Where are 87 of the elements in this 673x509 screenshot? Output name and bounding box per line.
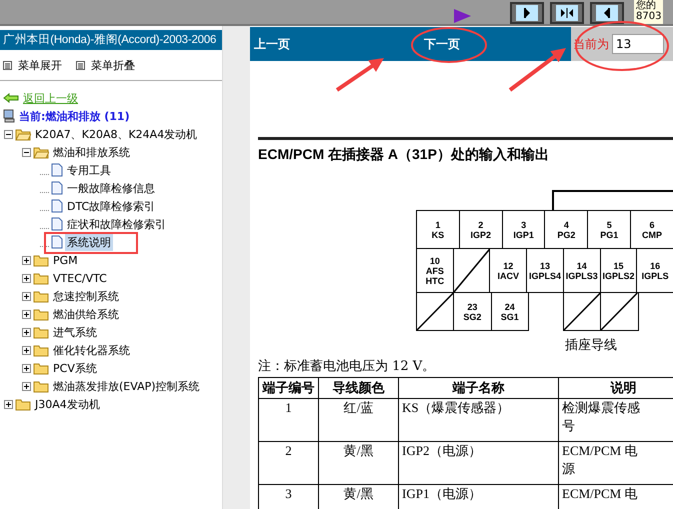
expand-icon[interactable]: [22, 364, 31, 372]
page-icon: [51, 163, 63, 177]
current-section: 当前:燃油和排放 (11): [19, 108, 130, 124]
expand-icon[interactable]: [22, 256, 31, 264]
computer-icon: [3, 109, 15, 123]
tree-item[interactable]: PCV系统: [51, 360, 99, 376]
navigation-button[interactable]: [550, 2, 584, 24]
table-cell: 检测爆震传感号: [558, 398, 673, 442]
table-cell: KS（爆震传感器）: [398, 398, 558, 442]
tree-item[interactable]: 燃油蒸发排放(EVAP)控制系统: [51, 378, 202, 394]
page-icon: [51, 217, 63, 231]
play-icon[interactable]: [452, 8, 472, 24]
menu-action[interactable]: 菜单折叠: [76, 58, 135, 72]
note-text: 注：标准蓄电池电压为 12 V。: [258, 358, 436, 375]
folder-icon: [33, 254, 49, 266]
sidebar-title: 广州本田(Honda)-雅阁(Accord)-2003-2006: [0, 30, 222, 50]
navigation-button[interactable]: [510, 2, 544, 24]
tree-item[interactable]: 燃油供给系统: [51, 306, 121, 322]
arrow: [508, 48, 566, 92]
open-folder-icon: [15, 128, 31, 140]
back-arrow-icon[interactable]: [3, 93, 19, 103]
table-cell: 2: [258, 442, 318, 484]
table-cell: IGP2（电源）: [398, 442, 558, 484]
pin-cell: 24 SG1: [490, 292, 529, 331]
tree-item[interactable]: 进气系统: [51, 324, 99, 340]
expand-icon[interactable]: [4, 400, 13, 408]
folder-icon: [33, 308, 49, 320]
pin-cell: 1 KS: [416, 210, 460, 249]
folder-icon: [15, 398, 31, 410]
expand-icon[interactable]: [22, 328, 31, 336]
folder-icon: [33, 380, 49, 392]
page-number-field[interactable]: 13: [612, 34, 664, 54]
menu-action[interactable]: 菜单展开: [3, 58, 62, 72]
expand-icon[interactable]: [22, 274, 31, 282]
arrow: [336, 58, 384, 92]
expand-icon[interactable]: [22, 310, 31, 318]
user-info-text: 您的: [636, 0, 657, 11]
navigation-button[interactable]: [590, 2, 624, 24]
collapse-icon[interactable]: [4, 130, 13, 138]
tree-item[interactable]: 怠速控制系统: [51, 288, 121, 304]
tree-item[interactable]: 一般故障检修信息: [65, 180, 157, 196]
tree-item[interactable]: 燃油和排放系统: [51, 144, 132, 160]
expand-icon[interactable]: [22, 292, 31, 300]
folder-icon: [33, 290, 49, 302]
unused-pin-cell: [600, 292, 639, 331]
table-cell: 红/蓝: [318, 398, 398, 442]
table-cell: 黄/黑: [318, 442, 398, 484]
column-header: 端子编号: [258, 378, 318, 398]
column-header: 端子名称: [398, 378, 558, 398]
expand-icon[interactable]: [22, 346, 31, 354]
folder-icon: [33, 362, 49, 374]
tree-item[interactable]: 症状和故障检修索引: [65, 216, 168, 232]
column-header: 说明: [558, 378, 673, 398]
tree-item[interactable]: VTEC/VTC: [51, 270, 109, 286]
tree-item[interactable]: 专用工具: [65, 162, 113, 178]
tree-item[interactable]: K20A7、K20A8、K24A4发动机: [33, 126, 200, 142]
document-heading: ECM/PCM 在插接器 A（31P）处的输入和输出: [258, 146, 550, 164]
next-page-link[interactable]: 下一页: [424, 36, 460, 52]
column-header: 导线颜色: [318, 378, 398, 398]
tree-item[interactable]: PGM: [51, 252, 80, 268]
tree-item[interactable]: DTC故障检修索引: [65, 198, 158, 214]
back-icon: [604, 8, 610, 18]
unused-pin-cell: [452, 248, 490, 293]
table-cell: 1: [258, 398, 318, 442]
expand-icon[interactable]: [22, 382, 31, 390]
page-icon: [51, 181, 63, 195]
tree-item[interactable]: J30A4发动机: [33, 396, 102, 412]
folder-icon: [33, 326, 49, 338]
list-icon: [3, 60, 12, 70]
open-folder-icon: [33, 146, 49, 158]
page-icon: [51, 199, 63, 213]
connector-caption: 插座导线: [565, 337, 618, 354]
table-cell: ECM/PCM 电源: [558, 442, 673, 484]
unused-pin-cell: [563, 292, 602, 331]
forward-icon: [524, 8, 530, 18]
folder-icon: [33, 272, 49, 284]
list-icon: [76, 60, 85, 70]
tree-item[interactable]: 催化转化器系统: [51, 342, 132, 358]
sync-icon: [561, 8, 573, 18]
folder-icon: [33, 344, 49, 356]
tree-item[interactable]: 系统说明: [65, 234, 113, 250]
user-info-text: 8703: [636, 11, 662, 22]
table-cell: 3: [258, 484, 318, 509]
previous-page-link[interactable]: 上一页: [254, 36, 290, 52]
page-icon: [51, 235, 63, 249]
unused-pin-cell: [416, 292, 454, 331]
collapse-icon[interactable]: [22, 148, 31, 156]
